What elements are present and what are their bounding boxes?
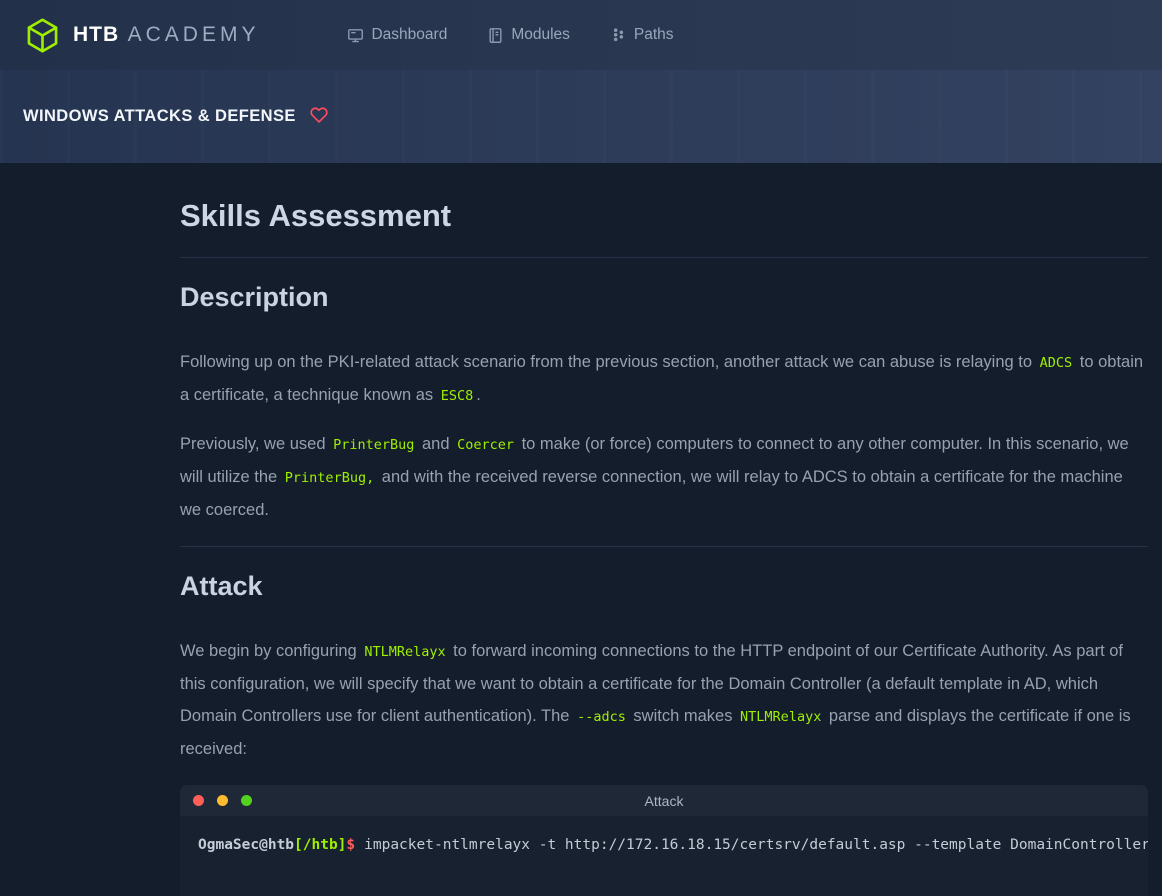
inline-code: PrinterBug, (282, 470, 377, 486)
page-title: Skills Assessment (180, 195, 1148, 237)
section-attack: Attack We begin by configuring NTLMRelay… (180, 567, 1148, 765)
section-heading-attack: Attack (180, 567, 1148, 605)
text-run: and (417, 435, 454, 453)
nav-dashboard-label: Dashboard (371, 26, 447, 44)
paragraph: We begin by configuring NTLMRelayx to fo… (180, 635, 1148, 765)
terminal-body: OgmaSec@htb[/htb]$impacket-ntlmrelayx -t… (180, 816, 1148, 896)
prompt-user: OgmaSec@htb (198, 837, 294, 853)
inline-code: ESC8 (438, 388, 477, 404)
nav-paths[interactable]: Paths (610, 26, 674, 44)
text-run: Following up on the PKI-related attack s… (180, 353, 1037, 371)
main-nav: Dashboard Modules (347, 26, 673, 44)
inline-code: ADCS (1037, 355, 1076, 371)
window-control-dots (193, 785, 252, 816)
inline-code: --adcs (574, 709, 629, 725)
terminal-titlebar: Attack (180, 785, 1148, 816)
article-content: Skills Assessment Description Following … (0, 195, 1162, 896)
brand-name-bold: HTB (73, 23, 119, 46)
text-run: We begin by configuring (180, 642, 361, 660)
section-divider (180, 546, 1148, 547)
window-minimize-dot (217, 795, 228, 806)
terminal-command: impacket-ntlmrelayx -t http://172.16.18.… (355, 837, 1148, 853)
module-title: WINDOWS ATTACKS & DEFENSE (23, 107, 296, 126)
prompt-path: [/htb] (294, 837, 346, 853)
heart-icon (310, 106, 328, 127)
top-nav-bar: HTB ACADEMY Dashboard (0, 0, 1162, 70)
nav-dashboard[interactable]: Dashboard (347, 26, 447, 44)
section-divider (180, 257, 1148, 258)
terminal-title: Attack (645, 793, 684, 809)
text-run: Previously, we used (180, 435, 330, 453)
inline-code: NTLMRelayx (737, 709, 824, 725)
window-close-dot (193, 795, 204, 806)
section-description: Description Following up on the PKI-rela… (180, 278, 1148, 526)
paragraph: Previously, we used PrinterBug and Coerc… (180, 428, 1148, 526)
section-heading-description: Description (180, 278, 1148, 316)
window-maximize-dot (241, 795, 252, 806)
nav-paths-label: Paths (634, 26, 674, 44)
htb-cube-icon (24, 17, 61, 54)
paths-icon (610, 27, 627, 44)
favorite-button[interactable] (310, 106, 328, 127)
text-run: . (476, 386, 481, 404)
module-banner: WINDOWS ATTACKS & DEFENSE (0, 70, 1162, 163)
terminal-window: Attack OgmaSec@htb[/htb]$impacket-ntlmre… (180, 785, 1148, 896)
prompt-symbol: $ (346, 837, 355, 853)
htb-logo[interactable]: HTB ACADEMY (24, 17, 259, 54)
text-run: switch makes (629, 707, 737, 725)
inline-code: PrinterBug (330, 437, 417, 453)
dashboard-icon (347, 27, 364, 44)
paragraph: Following up on the PKI-related attack s… (180, 346, 1148, 412)
modules-icon (487, 27, 504, 44)
inline-code: Coercer (454, 437, 517, 453)
nav-modules-label: Modules (511, 26, 570, 44)
brand-name-light: ACADEMY (128, 23, 260, 46)
nav-modules[interactable]: Modules (487, 26, 570, 44)
inline-code: NTLMRelayx (361, 644, 448, 660)
